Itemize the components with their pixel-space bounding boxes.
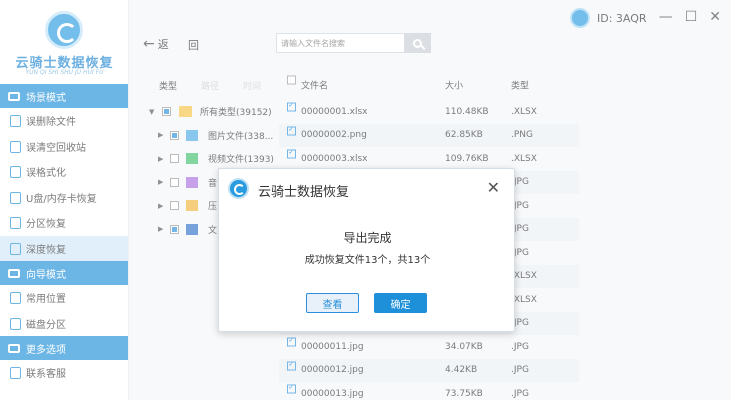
view-button[interactable]: 查看: [306, 293, 359, 313]
dialog-heading: 导出完成: [343, 231, 392, 245]
app-logo-icon: [228, 178, 249, 199]
dialog-title: 云骑士数据恢复: [258, 185, 350, 200]
close-icon[interactable]: ✕: [487, 178, 500, 197]
confirm-button[interactable]: 确定: [374, 293, 427, 313]
dialog-header: 云骑士数据恢复 ✕: [219, 169, 514, 209]
dialog-message: 成功恢复文件13个，共13个: [304, 255, 431, 266]
export-complete-dialog: 云骑士数据恢复 ✕ 导出完成 成功恢复文件13个，共13个 查看 确定: [218, 168, 515, 332]
